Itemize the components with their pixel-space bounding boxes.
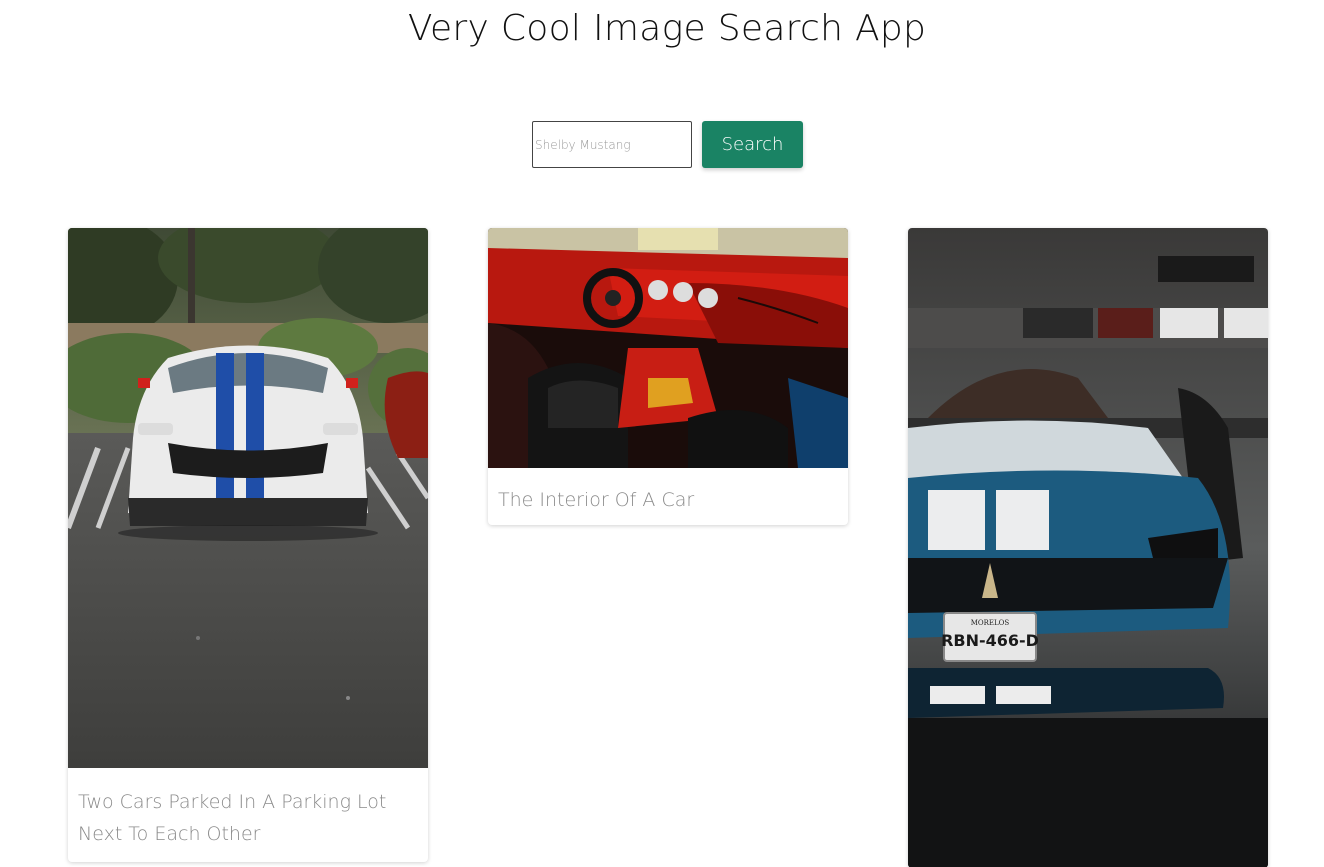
card-image-white-mustang[interactable] — [68, 228, 428, 768]
page-title: Very Cool Image Search App — [407, 8, 927, 49]
card-image-blue-mustang[interactable]: MORELOS RBN-466-D — [908, 228, 1268, 867]
search-form: Search — [532, 121, 803, 168]
license-plate-state: MORELOS — [971, 619, 1010, 627]
image-card[interactable]: MORELOS RBN-466-D — [908, 228, 1268, 867]
search-input[interactable] — [532, 121, 692, 168]
card-caption: Two Cars Parked In A Parking Lot Next To… — [78, 791, 387, 845]
license-plate-number: RBN-466-D — [941, 631, 1039, 650]
image-card[interactable]: The Interior Of A Car — [488, 228, 848, 525]
app-page: Very Cool Image Search App Search — [0, 0, 1324, 867]
card-caption: The Interior Of A Car — [498, 489, 695, 511]
search-button[interactable]: Search — [702, 121, 803, 168]
image-card[interactable]: Two Cars Parked In A Parking Lot Next To… — [68, 228, 428, 862]
card-image-car-interior[interactable] — [488, 228, 848, 468]
